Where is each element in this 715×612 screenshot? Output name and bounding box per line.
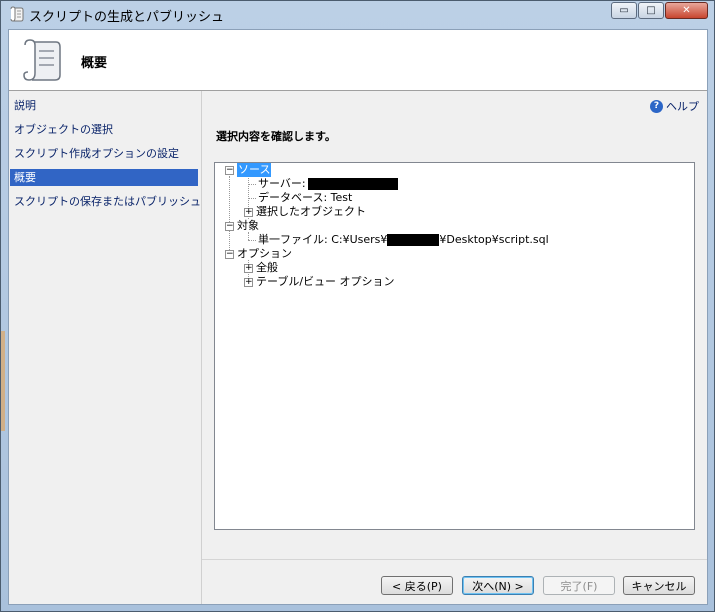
collapse-icon[interactable]: − (225, 221, 234, 231)
close-button[interactable]: ✕ (665, 2, 708, 19)
footer-divider (202, 559, 707, 560)
tree-node-selected-objects[interactable]: + 選択したオブジェクト (244, 205, 366, 219)
client-area: 概要 説明 オブジェクトの選択 スクリプト作成オプションの設定 概要 スクリプト… (8, 29, 708, 605)
sidebar-item-choose-objects[interactable]: オブジェクトの選択 (10, 121, 198, 138)
redacted-user-name (387, 234, 440, 246)
tree-node-label: 対象 (237, 219, 259, 232)
tree-node-server[interactable]: サーバー: (258, 177, 398, 191)
tree-node-label: 全般 (256, 261, 278, 274)
tree-node-source[interactable]: − ソース (225, 163, 272, 177)
tree-node-label: 単一ファイル: C:¥Users¥ (258, 233, 388, 246)
instruction-text: 選択内容を確認します。 (216, 130, 336, 143)
next-button[interactable]: 次へ(N) > (462, 576, 534, 595)
tree-node-label: オプション (237, 247, 292, 260)
tree-node-database[interactable]: データベース: Test (258, 191, 352, 205)
sidebar-item-save-or-publish[interactable]: スクリプトの保存またはパブリッシュ (10, 193, 201, 210)
title-bar[interactable]: スクリプトの生成とパブリッシュ ▭ □ ✕ (1, 1, 714, 29)
tree-node-table-view-options[interactable]: + テーブル/ビュー オプション (244, 275, 395, 289)
tree-node-label: ソース (237, 163, 272, 177)
tree-node-label: 選択したオブジェクト (256, 205, 366, 218)
tree-node-label: サーバー: (258, 177, 306, 190)
tree-node-options[interactable]: − オプション (225, 247, 292, 261)
expand-icon[interactable]: + (244, 277, 253, 287)
back-button[interactable]: < 戻る(P) (381, 576, 453, 595)
finish-button[interactable]: 完了(F) (543, 576, 615, 595)
redacted-server-name (307, 178, 398, 190)
tree-connector (248, 184, 256, 185)
close-icon: ✕ (682, 5, 691, 16)
tree-node-label: データベース: Test (258, 191, 353, 204)
background-edge (1, 331, 5, 431)
summary-tree[interactable]: − ソース サーバー: データベース: Test + 選択したオブジェクト − … (214, 162, 695, 530)
tree-connector (229, 176, 230, 256)
sidebar-item-summary[interactable]: 概要 (10, 169, 198, 186)
tree-node-general[interactable]: + 全般 (244, 261, 278, 275)
script-scroll-icon (23, 39, 61, 81)
tree-node-label: テーブル/ビュー オプション (256, 275, 395, 288)
tree-connector (248, 240, 256, 241)
minimize-icon: ▭ (619, 5, 629, 16)
page-header: 概要 (9, 30, 707, 91)
expand-icon[interactable]: + (244, 207, 253, 217)
help-label: ヘルプ (666, 100, 699, 113)
sidebar-item-introduction[interactable]: 説明 (10, 97, 198, 114)
expand-icon[interactable]: + (244, 263, 253, 273)
help-link[interactable]: ? ヘルプ (650, 98, 699, 114)
page-title: 概要 (81, 56, 108, 71)
tree-node-single-file[interactable]: 単一ファイル: C:¥Users¥ ¥Desktop¥script.sql (258, 233, 549, 247)
cancel-button[interactable]: キャンセル (623, 576, 695, 595)
window-title: スクリプトの生成とパブリッシュ (29, 10, 225, 25)
minimize-button[interactable]: ▭ (611, 2, 637, 19)
collapse-icon[interactable]: − (225, 165, 234, 175)
tree-node-target[interactable]: − 対象 (225, 219, 259, 233)
tree-node-label: ¥Desktop¥script.sql (439, 233, 549, 246)
wizard-steps-sidebar: 説明 オブジェクトの選択 スクリプト作成オプションの設定 概要 スクリプトの保存… (9, 91, 202, 604)
tree-connector (248, 232, 249, 240)
main-panel: ? ヘルプ 選択内容を確認します。 − ソース サーバー: データベース: Te… (202, 91, 707, 604)
help-icon: ? (650, 99, 663, 113)
sidebar-item-scripting-options[interactable]: スクリプト作成オプションの設定 (10, 145, 198, 162)
collapse-icon[interactable]: − (225, 249, 234, 259)
maximize-icon: □ (646, 5, 656, 16)
window-controls: ▭ □ ✕ (611, 2, 708, 19)
tree-connector (248, 198, 256, 199)
script-scroll-icon (10, 6, 24, 22)
maximize-button[interactable]: □ (638, 2, 664, 19)
wizard-window: スクリプトの生成とパブリッシュ ▭ □ ✕ 概要 説明 オブジェクトの選択 スク… (0, 0, 715, 612)
